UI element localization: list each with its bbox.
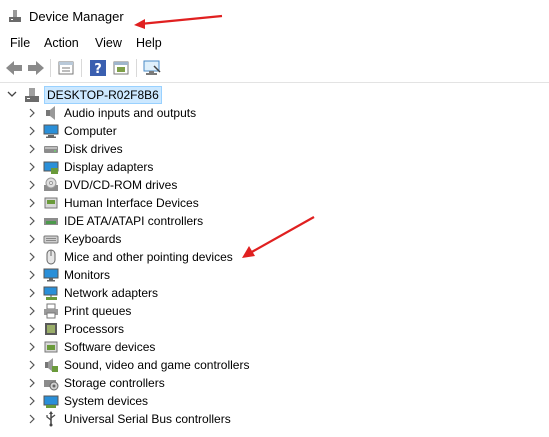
tree-item-label: Mice and other pointing devices xyxy=(64,250,233,264)
tree-item-label: Keyboards xyxy=(64,232,122,246)
svg-text:?: ? xyxy=(94,62,102,77)
processor-icon xyxy=(45,323,57,335)
tree-item-label: IDE ATA/ATAPI controllers xyxy=(64,214,204,228)
tree-item[interactable]: Monitors xyxy=(0,266,549,284)
display-adapter-icon xyxy=(43,161,59,174)
tree-item-label: Universal Serial Bus controllers xyxy=(64,412,231,426)
chevron-right-icon[interactable] xyxy=(28,180,36,190)
chevron-right-icon[interactable] xyxy=(28,324,36,334)
tree-item-label: Network adapters xyxy=(64,286,159,300)
tree-item-label: Computer xyxy=(64,124,117,138)
chevron-right-icon[interactable] xyxy=(28,306,36,316)
tree-item[interactable]: Processors xyxy=(0,320,549,338)
tree-item[interactable]: DVD/CD-ROM drives xyxy=(0,176,549,194)
chevron-right-icon[interactable] xyxy=(28,378,36,388)
tree-item[interactable]: Display adapters xyxy=(0,158,549,176)
chevron-right-icon[interactable] xyxy=(28,216,36,226)
chevron-right-icon[interactable] xyxy=(28,396,36,406)
tree-item[interactable]: Software devices xyxy=(0,338,549,356)
speaker-icon xyxy=(46,106,55,120)
computer-icon xyxy=(43,124,59,138)
device-tree: DESKTOP-R02F8B6 Audio inputs and outputs… xyxy=(0,83,549,437)
chevron-right-icon[interactable] xyxy=(28,414,36,424)
chevron-right-icon[interactable] xyxy=(28,360,36,370)
tree-item-label: Audio inputs and outputs xyxy=(64,106,197,120)
printer-icon xyxy=(44,303,58,319)
tree-item-label: System devices xyxy=(64,394,149,408)
tree-item[interactable]: Human Interface Devices xyxy=(0,194,549,212)
hid-icon xyxy=(44,197,58,209)
tree-item-label: Processors xyxy=(64,322,125,336)
chevron-right-icon[interactable] xyxy=(28,144,36,154)
properties-icon[interactable] xyxy=(56,58,76,78)
annotation-arrow-icon xyxy=(134,14,223,29)
tree-item-label: Storage controllers xyxy=(64,376,165,390)
keyboard-icon xyxy=(43,235,59,244)
chevron-right-icon[interactable] xyxy=(28,126,36,136)
tree-item[interactable]: Keyboards xyxy=(0,230,549,248)
tree-item[interactable]: Print queues xyxy=(0,302,549,320)
tree-item[interactable]: IDE ATA/ATAPI controllers xyxy=(0,212,549,230)
title-bar: Device Manager xyxy=(0,0,549,32)
disk-drive-icon xyxy=(44,146,58,153)
tree-root[interactable]: DESKTOP-R02F8B6 xyxy=(0,86,549,104)
tree-item[interactable]: Disk drives xyxy=(0,140,549,158)
sound-controller-icon xyxy=(45,358,58,372)
forward-arrow-icon[interactable] xyxy=(26,58,46,78)
chevron-right-icon[interactable] xyxy=(28,342,36,352)
menu-file[interactable]: File xyxy=(10,36,30,50)
system-device-icon xyxy=(43,395,59,408)
tree-root-label: DESKTOP-R02F8B6 xyxy=(44,86,162,104)
tree-item[interactable]: Mice and other pointing devices xyxy=(0,248,549,266)
scan-hardware-icon[interactable] xyxy=(142,58,162,78)
toolbar-separator xyxy=(81,59,82,77)
window-title: Device Manager xyxy=(29,9,124,24)
tree-item-label: Display adapters xyxy=(64,160,154,174)
toolbar: ? xyxy=(0,54,549,83)
menu-help[interactable]: Help xyxy=(136,36,162,50)
tree-item-label: Monitors xyxy=(64,268,111,282)
tree-item[interactable]: Universal Serial Bus controllers xyxy=(0,410,549,428)
tree-item-label: DVD/CD-ROM drives xyxy=(64,178,178,192)
tree-item-label: Disk drives xyxy=(64,142,123,156)
chevron-right-icon[interactable] xyxy=(28,108,36,118)
toolbar-separator xyxy=(136,59,137,77)
storage-controller-icon xyxy=(44,380,59,391)
tree-item-label: Sound, video and game controllers xyxy=(64,358,250,372)
chevron-right-icon[interactable] xyxy=(28,234,36,244)
chevron-right-icon[interactable] xyxy=(28,198,36,208)
toolbar-separator xyxy=(50,59,51,77)
chevron-right-icon[interactable] xyxy=(28,270,36,280)
chevron-right-icon[interactable] xyxy=(28,252,36,262)
chevron-down-icon[interactable] xyxy=(7,89,17,99)
usb-icon xyxy=(46,411,56,427)
back-arrow-icon[interactable] xyxy=(4,58,24,78)
tree-item[interactable]: Network adapters xyxy=(0,284,549,302)
chevron-right-icon[interactable] xyxy=(28,288,36,298)
software-device-icon xyxy=(44,341,58,353)
dvd-drive-icon xyxy=(44,177,58,191)
tree-item-label: Print queues xyxy=(64,304,132,318)
tree-item[interactable]: Computer xyxy=(0,122,549,140)
mouse-icon xyxy=(46,249,56,265)
ide-controller-icon xyxy=(44,218,58,225)
computer-root-icon xyxy=(25,88,39,102)
menu-action[interactable]: Action xyxy=(44,36,79,50)
tree-item[interactable]: System devices xyxy=(0,392,549,410)
chevron-right-icon[interactable] xyxy=(28,162,36,172)
update-driver-icon[interactable] xyxy=(111,58,131,78)
tree-item-label: Software devices xyxy=(64,340,156,354)
menu-view[interactable]: View xyxy=(95,36,122,50)
help-icon[interactable]: ? xyxy=(88,58,108,78)
menu-bar: File Action View Help xyxy=(0,32,549,54)
tree-item[interactable]: Sound, video and game controllers xyxy=(0,356,549,374)
tree-item-label: Human Interface Devices xyxy=(64,196,199,210)
network-adapter-icon xyxy=(43,286,58,300)
monitor-icon xyxy=(43,268,59,282)
tree-item[interactable]: Storage controllers xyxy=(0,374,549,392)
tree-item[interactable]: Audio inputs and outputs xyxy=(0,104,549,122)
device-manager-icon xyxy=(9,10,21,22)
